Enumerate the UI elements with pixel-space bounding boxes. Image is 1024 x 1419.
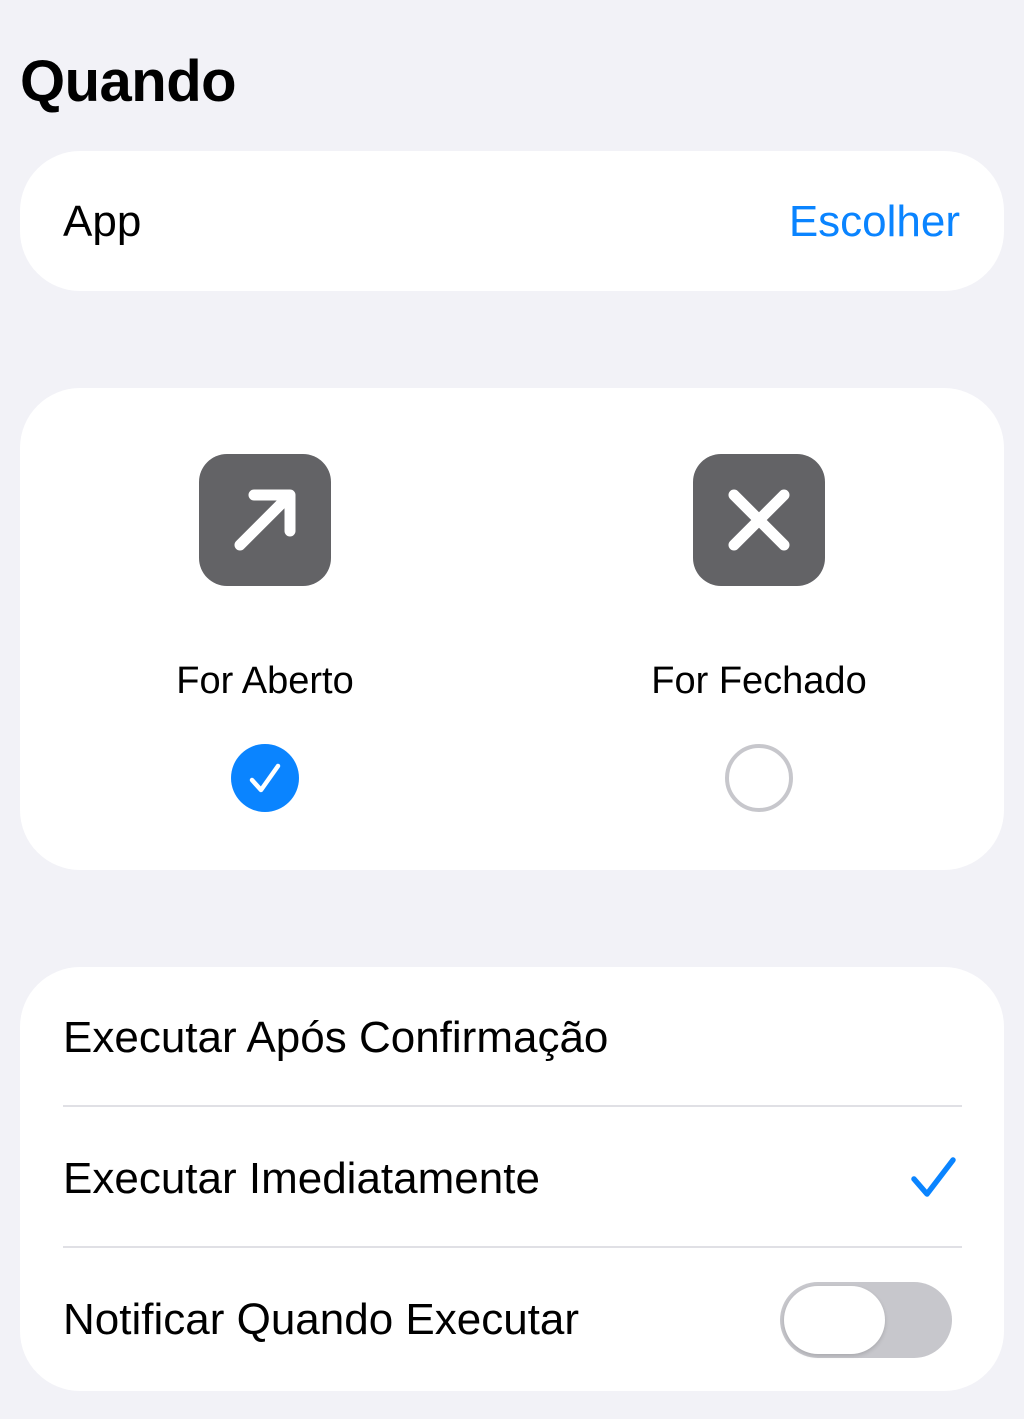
option-run-immediately[interactable]: Executar Imediatamente bbox=[63, 1108, 962, 1249]
checkmark-icon bbox=[249, 763, 281, 793]
option-label: Executar Imediatamente bbox=[63, 1154, 540, 1203]
page: { "section": { "title": "Quando" }, "app… bbox=[0, 0, 1024, 1419]
option-label: Executar Após Confirmação bbox=[63, 1013, 609, 1062]
state-label-opened: For Aberto bbox=[176, 660, 354, 702]
choose-app-button[interactable]: Escolher bbox=[789, 197, 960, 247]
x-mark-icon bbox=[728, 489, 790, 551]
section-title: Quando bbox=[20, 49, 237, 114]
toggle-knob bbox=[784, 1286, 885, 1354]
checkmark-icon bbox=[911, 1157, 956, 1197]
app-row[interactable]: App Escolher bbox=[20, 151, 1004, 291]
option-notify-when-run: Notificar Quando Executar bbox=[63, 1249, 962, 1390]
divider bbox=[63, 1246, 962, 1248]
arrow-up-right-icon bbox=[234, 489, 296, 551]
divider bbox=[63, 1105, 962, 1107]
state-option-closed[interactable]: For Fechado bbox=[559, 388, 959, 870]
radio-closed-unchecked[interactable] bbox=[725, 744, 793, 812]
app-state-picker: For Aberto For Fechado bbox=[20, 388, 1004, 870]
radio-opened-checked[interactable] bbox=[231, 744, 299, 812]
option-label: Notificar Quando Executar bbox=[63, 1295, 580, 1344]
app-closed-icon-tile bbox=[693, 454, 825, 586]
state-label-closed: For Fechado bbox=[651, 660, 867, 702]
option-run-after-confirmation[interactable]: Executar Após Confirmação bbox=[63, 967, 962, 1108]
app-label: App bbox=[63, 197, 142, 246]
notify-toggle-switch[interactable] bbox=[780, 1282, 952, 1358]
app-opened-icon-tile bbox=[199, 454, 331, 586]
state-option-opened[interactable]: For Aberto bbox=[65, 388, 465, 870]
run-options-list: Executar Após Confirmação Executar Imedi… bbox=[20, 967, 1004, 1391]
